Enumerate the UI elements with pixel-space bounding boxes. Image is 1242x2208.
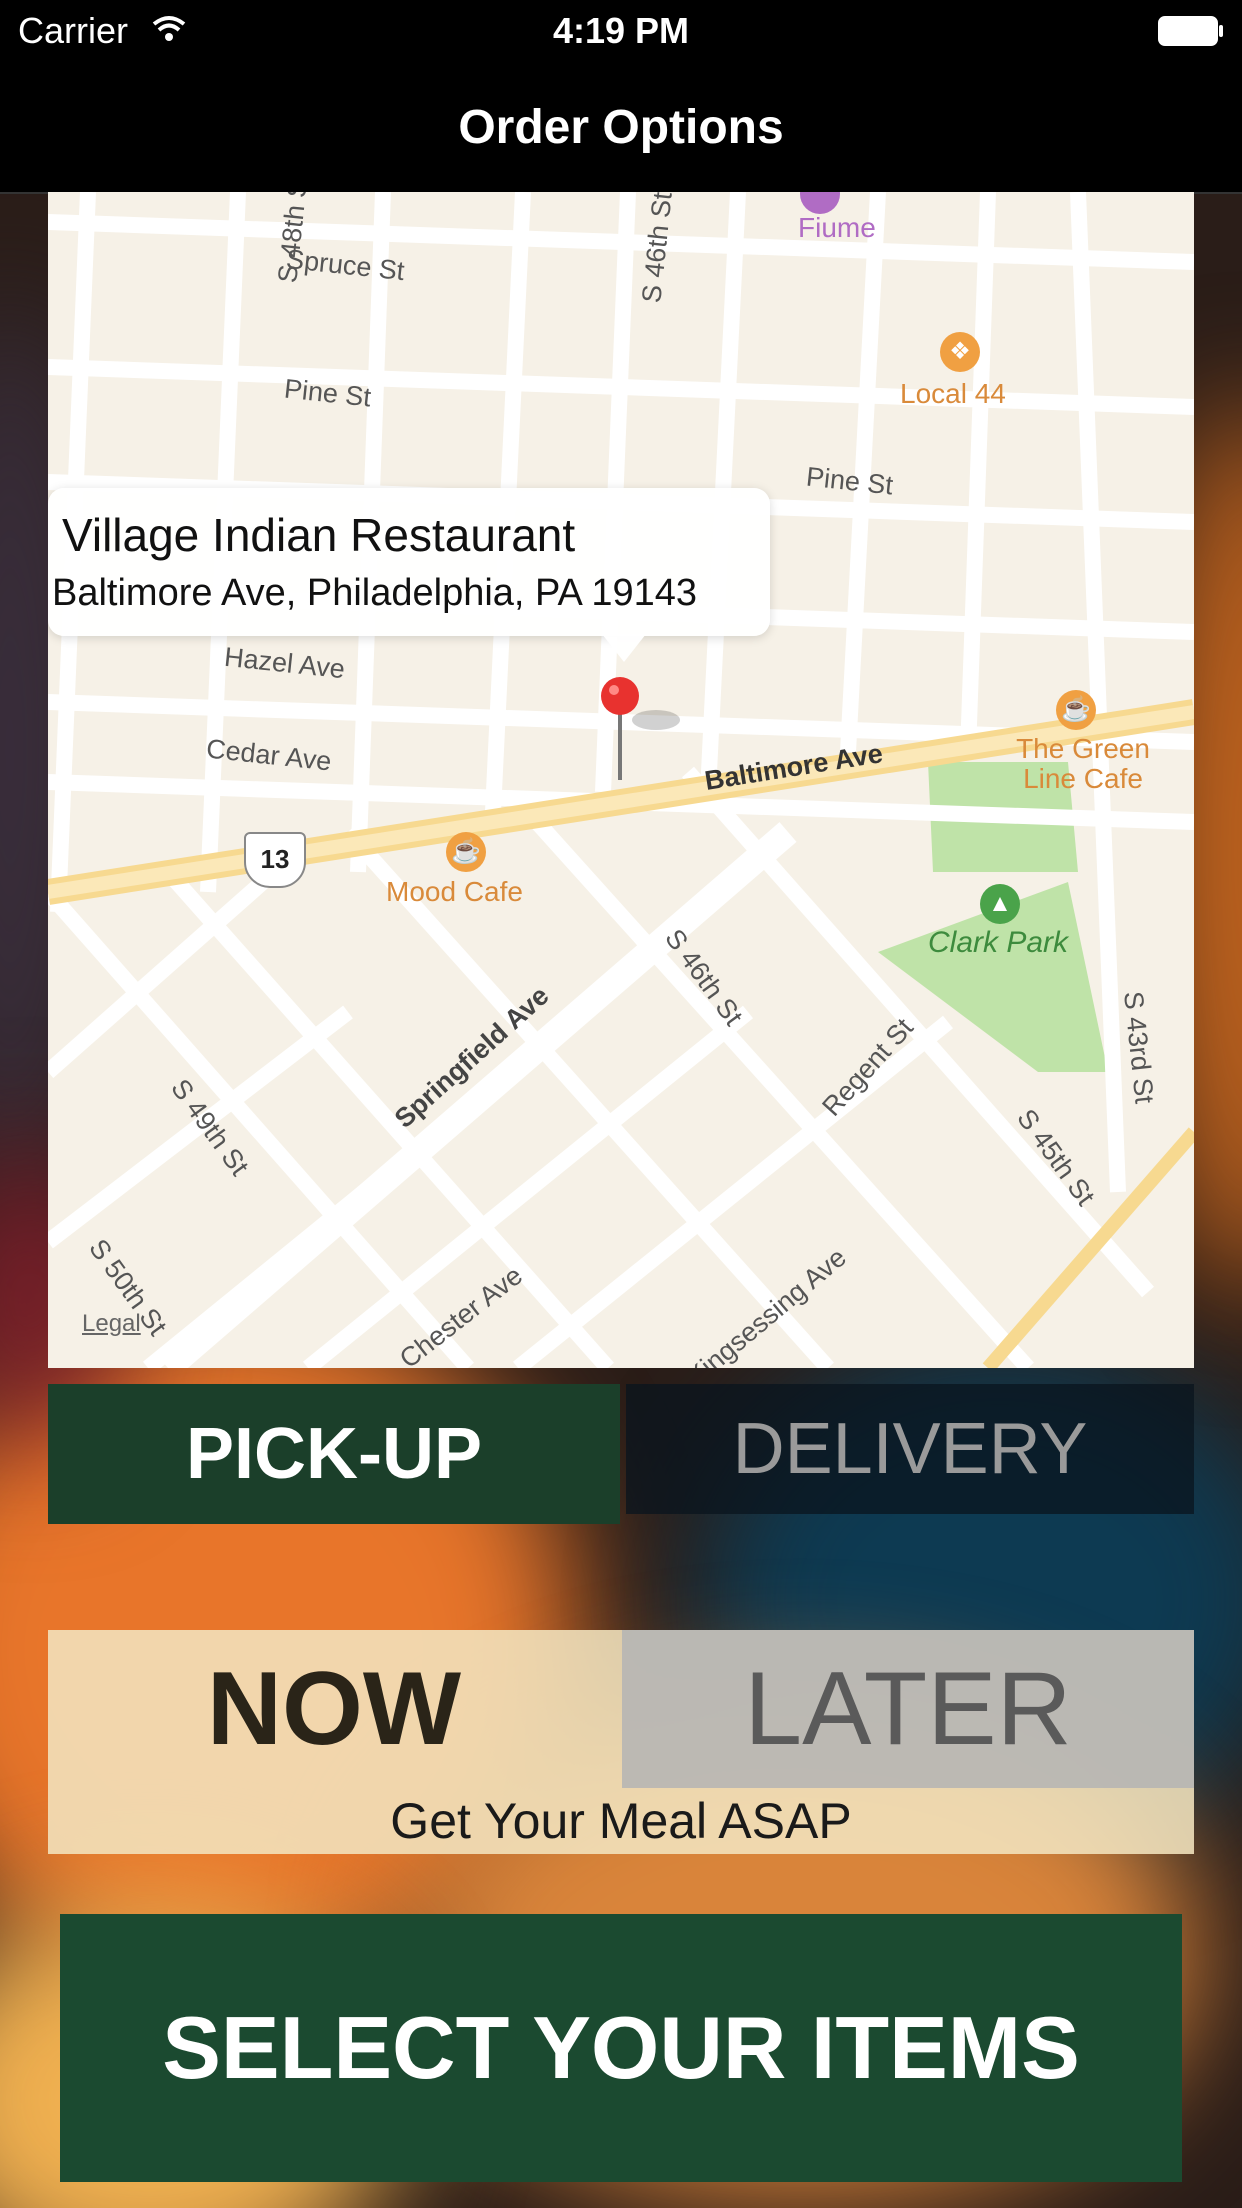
select-items-button[interactable]: SELECT YOUR ITEMS xyxy=(60,1914,1182,2182)
later-button[interactable]: LATER xyxy=(622,1630,1194,1788)
park-icon[interactable]: ▲ xyxy=(980,884,1020,924)
cafe-icon[interactable]: ☕ xyxy=(1056,690,1096,730)
route-number: 13 xyxy=(260,844,290,874)
location-callout[interactable]: Village Indian Restaurant Baltimore Ave,… xyxy=(48,488,770,636)
battery-icon xyxy=(1158,16,1223,46)
poi-label: Fiume xyxy=(798,212,876,243)
poi-label: Mood Cafe xyxy=(386,876,523,907)
now-button[interactable]: NOW xyxy=(48,1630,620,1788)
callout-address: Baltimore Ave, Philadelphia, PA 19143 xyxy=(52,572,698,614)
cafe-icon[interactable]: ☕ xyxy=(446,832,486,872)
restaurant-map[interactable]: Spruce St Pine St Pine St Hazel Ave Ceda… xyxy=(48,192,1194,1368)
poi-label: Local 44 xyxy=(900,378,1006,409)
navigation-bar: Order Options xyxy=(0,62,1242,194)
delivery-button[interactable]: DELIVERY xyxy=(626,1384,1194,1514)
poi-label: The Green Line Cafe xyxy=(1016,733,1150,794)
pickup-button[interactable]: PICK-UP xyxy=(48,1384,620,1524)
order-type-toggle: PICK-UP DELIVERY xyxy=(48,1384,1194,1524)
poi-label: Clark Park xyxy=(928,926,1069,959)
status-time: 4:19 PM xyxy=(552,10,690,51)
timing-caption: Get Your Meal ASAP xyxy=(390,1793,852,1849)
callout-title: Village Indian Restaurant xyxy=(62,509,576,561)
route-shield: 13 xyxy=(244,832,306,888)
callout-pointer xyxy=(602,634,646,662)
legal-link[interactable]: Legal xyxy=(82,1310,141,1338)
timing-toggle: NOW LATER Get Your Meal ASAP xyxy=(48,1630,1194,1854)
status-bar: Carrier 4:19 PM xyxy=(0,0,1242,62)
page-title: Order Options xyxy=(458,101,784,154)
restaurant-icon[interactable]: ❖ xyxy=(940,332,980,372)
location-pin-icon[interactable] xyxy=(600,676,640,786)
